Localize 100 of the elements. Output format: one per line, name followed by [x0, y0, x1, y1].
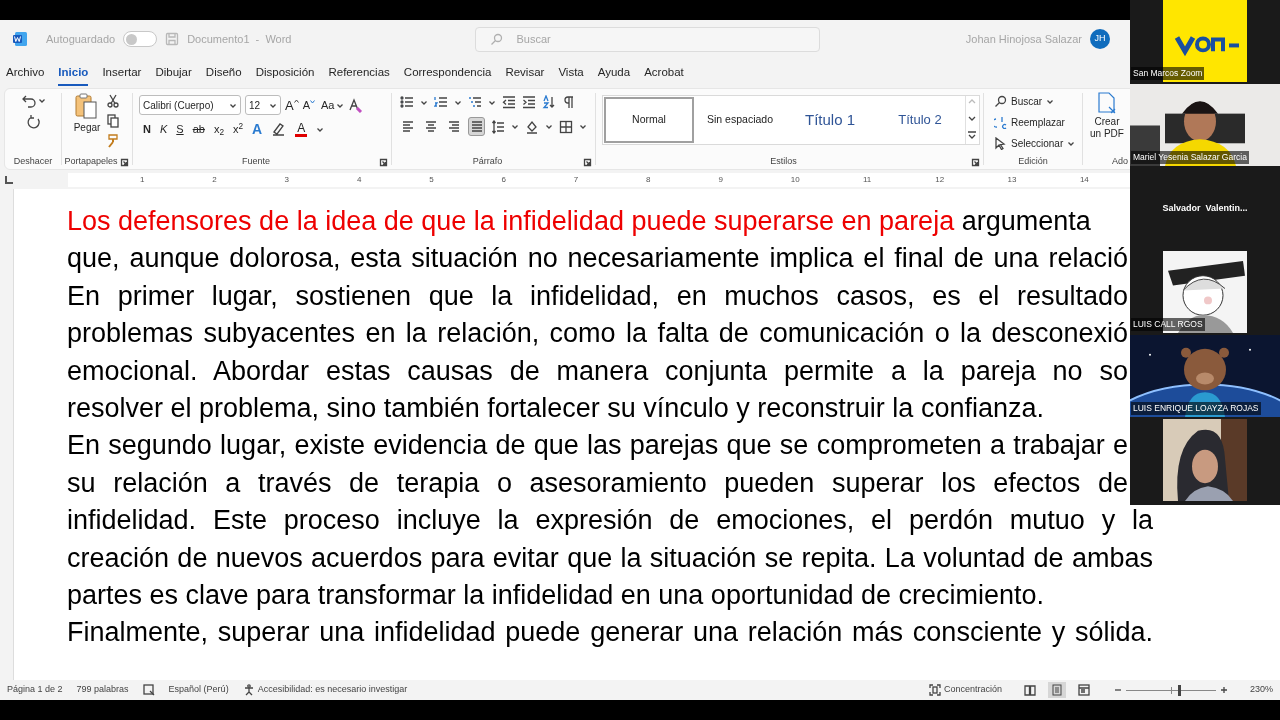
group-label: Fuente: [242, 155, 270, 169]
dialog-launcher-icon[interactable]: [971, 157, 980, 167]
dialog-launcher-icon[interactable]: [583, 157, 592, 167]
menu-tab[interactable]: Diseño: [205, 60, 242, 86]
format-painter-icon[interactable]: [106, 134, 121, 148]
caret-icon[interactable]: [316, 125, 325, 133]
focus-icon[interactable]: [928, 684, 941, 696]
bullets-icon[interactable]: [400, 95, 414, 109]
menu-tab[interactable]: Referencias: [328, 60, 390, 86]
menu-tab[interactable]: Archivo: [6, 60, 45, 86]
replace-icon[interactable]: [994, 115, 1007, 129]
caret-icon[interactable]: [229, 101, 237, 109]
style-option[interactable]: Título 1: [785, 96, 875, 144]
focus-mode-button[interactable]: Concentración: [943, 683, 1002, 697]
search-icon[interactable]: [994, 94, 1007, 108]
undo-icon[interactable]: [20, 93, 36, 108]
grow-font-button[interactable]: A: [285, 98, 299, 112]
zoom-in-icon[interactable]: [1219, 686, 1228, 694]
clear-formatting-icon[interactable]: [348, 97, 364, 113]
format-button[interactable]: ab: [192, 121, 205, 138]
autosave-toggle[interactable]: [123, 31, 158, 47]
zoom-out-icon[interactable]: [1113, 686, 1122, 694]
font-name-field[interactable]: Calibri (Cuerpo): [139, 95, 241, 115]
caret-icon[interactable]: [579, 123, 587, 130]
web-layout-icon[interactable]: [1077, 684, 1090, 696]
word-count[interactable]: 799 palabras: [76, 683, 129, 697]
caret-icon[interactable]: [488, 98, 496, 106]
increase-indent-icon[interactable]: [522, 95, 536, 109]
menu-tab[interactable]: Ayuda: [597, 60, 631, 86]
accessibility-status[interactable]: Accesibilidad: es necesario investigar: [257, 683, 408, 697]
scissors-icon[interactable]: [106, 94, 121, 108]
highlighter-icon[interactable]: [271, 121, 287, 137]
copy-icon[interactable]: [106, 114, 121, 128]
page-count[interactable]: Página 1 de 2: [7, 683, 63, 697]
menu-tab[interactable]: Inicio: [58, 60, 89, 86]
caret-icon[interactable]: [1067, 139, 1076, 147]
select-button[interactable]: Seleccionar: [994, 134, 1082, 152]
shading-icon[interactable]: [525, 119, 539, 134]
pilcrow-icon[interactable]: [562, 95, 576, 109]
caret-icon[interactable]: [269, 101, 277, 109]
proofing-icon[interactable]: [142, 684, 155, 696]
text-line: creación de nuevos acuerdos para evitar que la situación se repita. La voluntad de ambas: [67, 541, 1153, 575]
sort-icon[interactable]: [542, 95, 556, 109]
style-option[interactable]: Título 2: [875, 96, 965, 144]
borders-icon[interactable]: [559, 119, 573, 134]
change-case-button[interactable]: Aa: [321, 96, 345, 114]
cursor-icon[interactable]: [994, 136, 1007, 150]
ruler-number: 8: [646, 174, 651, 186]
line-spacing-icon[interactable]: [491, 119, 505, 134]
ruler-number: 10: [790, 174, 800, 186]
multilevel-list-icon[interactable]: [468, 95, 482, 109]
caret-icon[interactable]: [545, 123, 553, 130]
numbering-icon[interactable]: [434, 95, 448, 109]
menu-tab[interactable]: Correspondencia: [403, 60, 492, 86]
menu-tab[interactable]: Insertar: [102, 60, 142, 86]
format-button[interactable]: S: [176, 121, 184, 138]
menu-tab[interactable]: Vista: [558, 60, 584, 86]
read-mode-icon[interactable]: [1023, 684, 1036, 696]
text-effects-button[interactable]: A: [252, 122, 263, 137]
decrease-indent-icon[interactable]: [502, 95, 516, 109]
text-line: partes es clave para transformar la infidelidad en una oportunidad de crecimiento.: [67, 579, 1045, 613]
participant-name: San Marcos Zoom: [1131, 67, 1205, 80]
font-color-button[interactable]: A: [295, 121, 308, 137]
zoom-level[interactable]: 230%: [1249, 683, 1273, 697]
format-button[interactable]: x$^{2}$: [233, 121, 244, 138]
caret-icon[interactable]: [1046, 97, 1055, 105]
create-pdf-button[interactable]: Crear un PDF: [1089, 92, 1125, 140]
format-button[interactable]: K: [159, 121, 168, 138]
redo-icon[interactable]: [25, 114, 41, 129]
dialog-launcher-icon[interactable]: [379, 157, 388, 167]
menu-tab[interactable]: Disposición: [255, 60, 315, 86]
accessibility-icon[interactable]: [242, 684, 255, 696]
user-avatar[interactable]: JH: [1090, 29, 1110, 49]
caret-icon[interactable]: [336, 101, 345, 109]
text-line: su relación a través de terapia o asesoramiento pueden superar los efectos de: [67, 466, 1128, 500]
caret-icon[interactable]: [511, 123, 519, 130]
font-size-field[interactable]: 12: [245, 95, 281, 115]
search-field[interactable]: Buscar: [475, 26, 821, 52]
replace-button[interactable]: Reemplazar: [994, 113, 1082, 131]
style-option[interactable]: Normal: [604, 97, 694, 143]
caret-icon[interactable]: [454, 98, 462, 106]
caret-icon[interactable]: [37, 97, 46, 104]
zoom-slider[interactable]: [1125, 684, 1216, 696]
format-button[interactable]: x$_{2}$: [213, 121, 224, 138]
menu-tab[interactable]: Dibujar: [155, 60, 192, 86]
print-layout-button[interactable]: [1047, 682, 1066, 698]
word-logo-icon: [12, 31, 28, 47]
format-button[interactable]: N: [143, 121, 151, 138]
paste-button[interactable]: Pegar: [73, 92, 101, 135]
slider-thumb[interactable]: [1178, 684, 1182, 696]
style-option[interactable]: Sin espaciado: [695, 96, 785, 144]
language-status[interactable]: Español (Perú): [168, 683, 229, 697]
dialog-launcher-icon[interactable]: [120, 157, 129, 167]
caret-icon[interactable]: [420, 98, 428, 106]
document-title: Documento1 - Word: [187, 31, 292, 47]
menu-tab[interactable]: Revisar: [505, 60, 545, 86]
shrink-font-button[interactable]: A: [302, 99, 315, 111]
menu-tab[interactable]: Acrobat: [644, 60, 684, 86]
find-button[interactable]: Buscar: [994, 92, 1082, 110]
align-justify-button[interactable]: [468, 117, 485, 136]
